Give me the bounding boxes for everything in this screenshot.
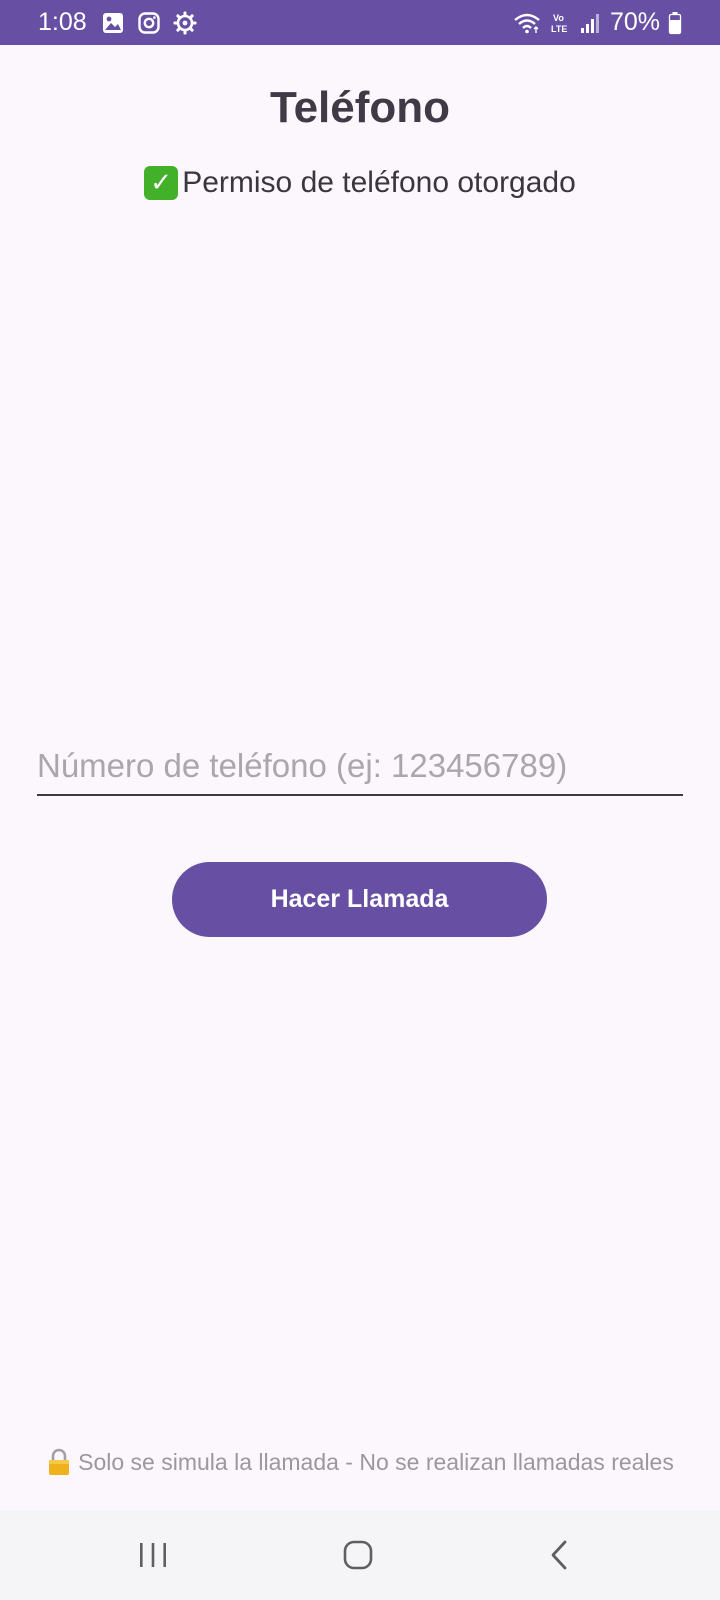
gallery-icon — [101, 11, 125, 35]
status-left: 1:08 — [38, 0, 197, 45]
home-icon[interactable] — [328, 1525, 388, 1585]
status-bar: 1:08 Vo LTE 70% — [0, 0, 720, 45]
settings-gear-icon — [173, 11, 197, 35]
back-icon[interactable] — [530, 1525, 590, 1585]
volte-icon: Vo LTE — [550, 11, 572, 35]
svg-text:Vo: Vo — [553, 13, 564, 23]
svg-text:LTE: LTE — [551, 24, 567, 34]
status-right: Vo LTE 70% — [512, 0, 682, 45]
navigation-bar — [0, 1510, 720, 1600]
status-time: 1:08 — [38, 8, 87, 36]
phone-input-container — [37, 740, 683, 796]
footer-note-text: Solo se simula la llamada - No se realiz… — [78, 1448, 674, 1475]
phone-number-input[interactable] — [37, 740, 683, 792]
wifi-icon — [512, 11, 542, 35]
signal-icon — [580, 11, 602, 35]
lock-icon — [46, 1448, 72, 1476]
permission-status-text: Permiso de teléfono otorgado — [182, 166, 576, 199]
recent-apps-icon[interactable] — [123, 1525, 183, 1585]
battery-icon — [668, 11, 682, 35]
instagram-icon — [137, 11, 161, 35]
battery-percentage: 70% — [609, 8, 660, 36]
page-title: Teléfono — [269, 83, 451, 132]
make-call-button[interactable]: Hacer Llamada — [172, 862, 547, 937]
footer-note: Solo se simula la llamada - No se realiz… — [0, 1448, 720, 1476]
check-mark-icon: ✓ — [144, 166, 179, 200]
permission-status: ✓ Permiso de teléfono otorgado — [0, 166, 720, 200]
